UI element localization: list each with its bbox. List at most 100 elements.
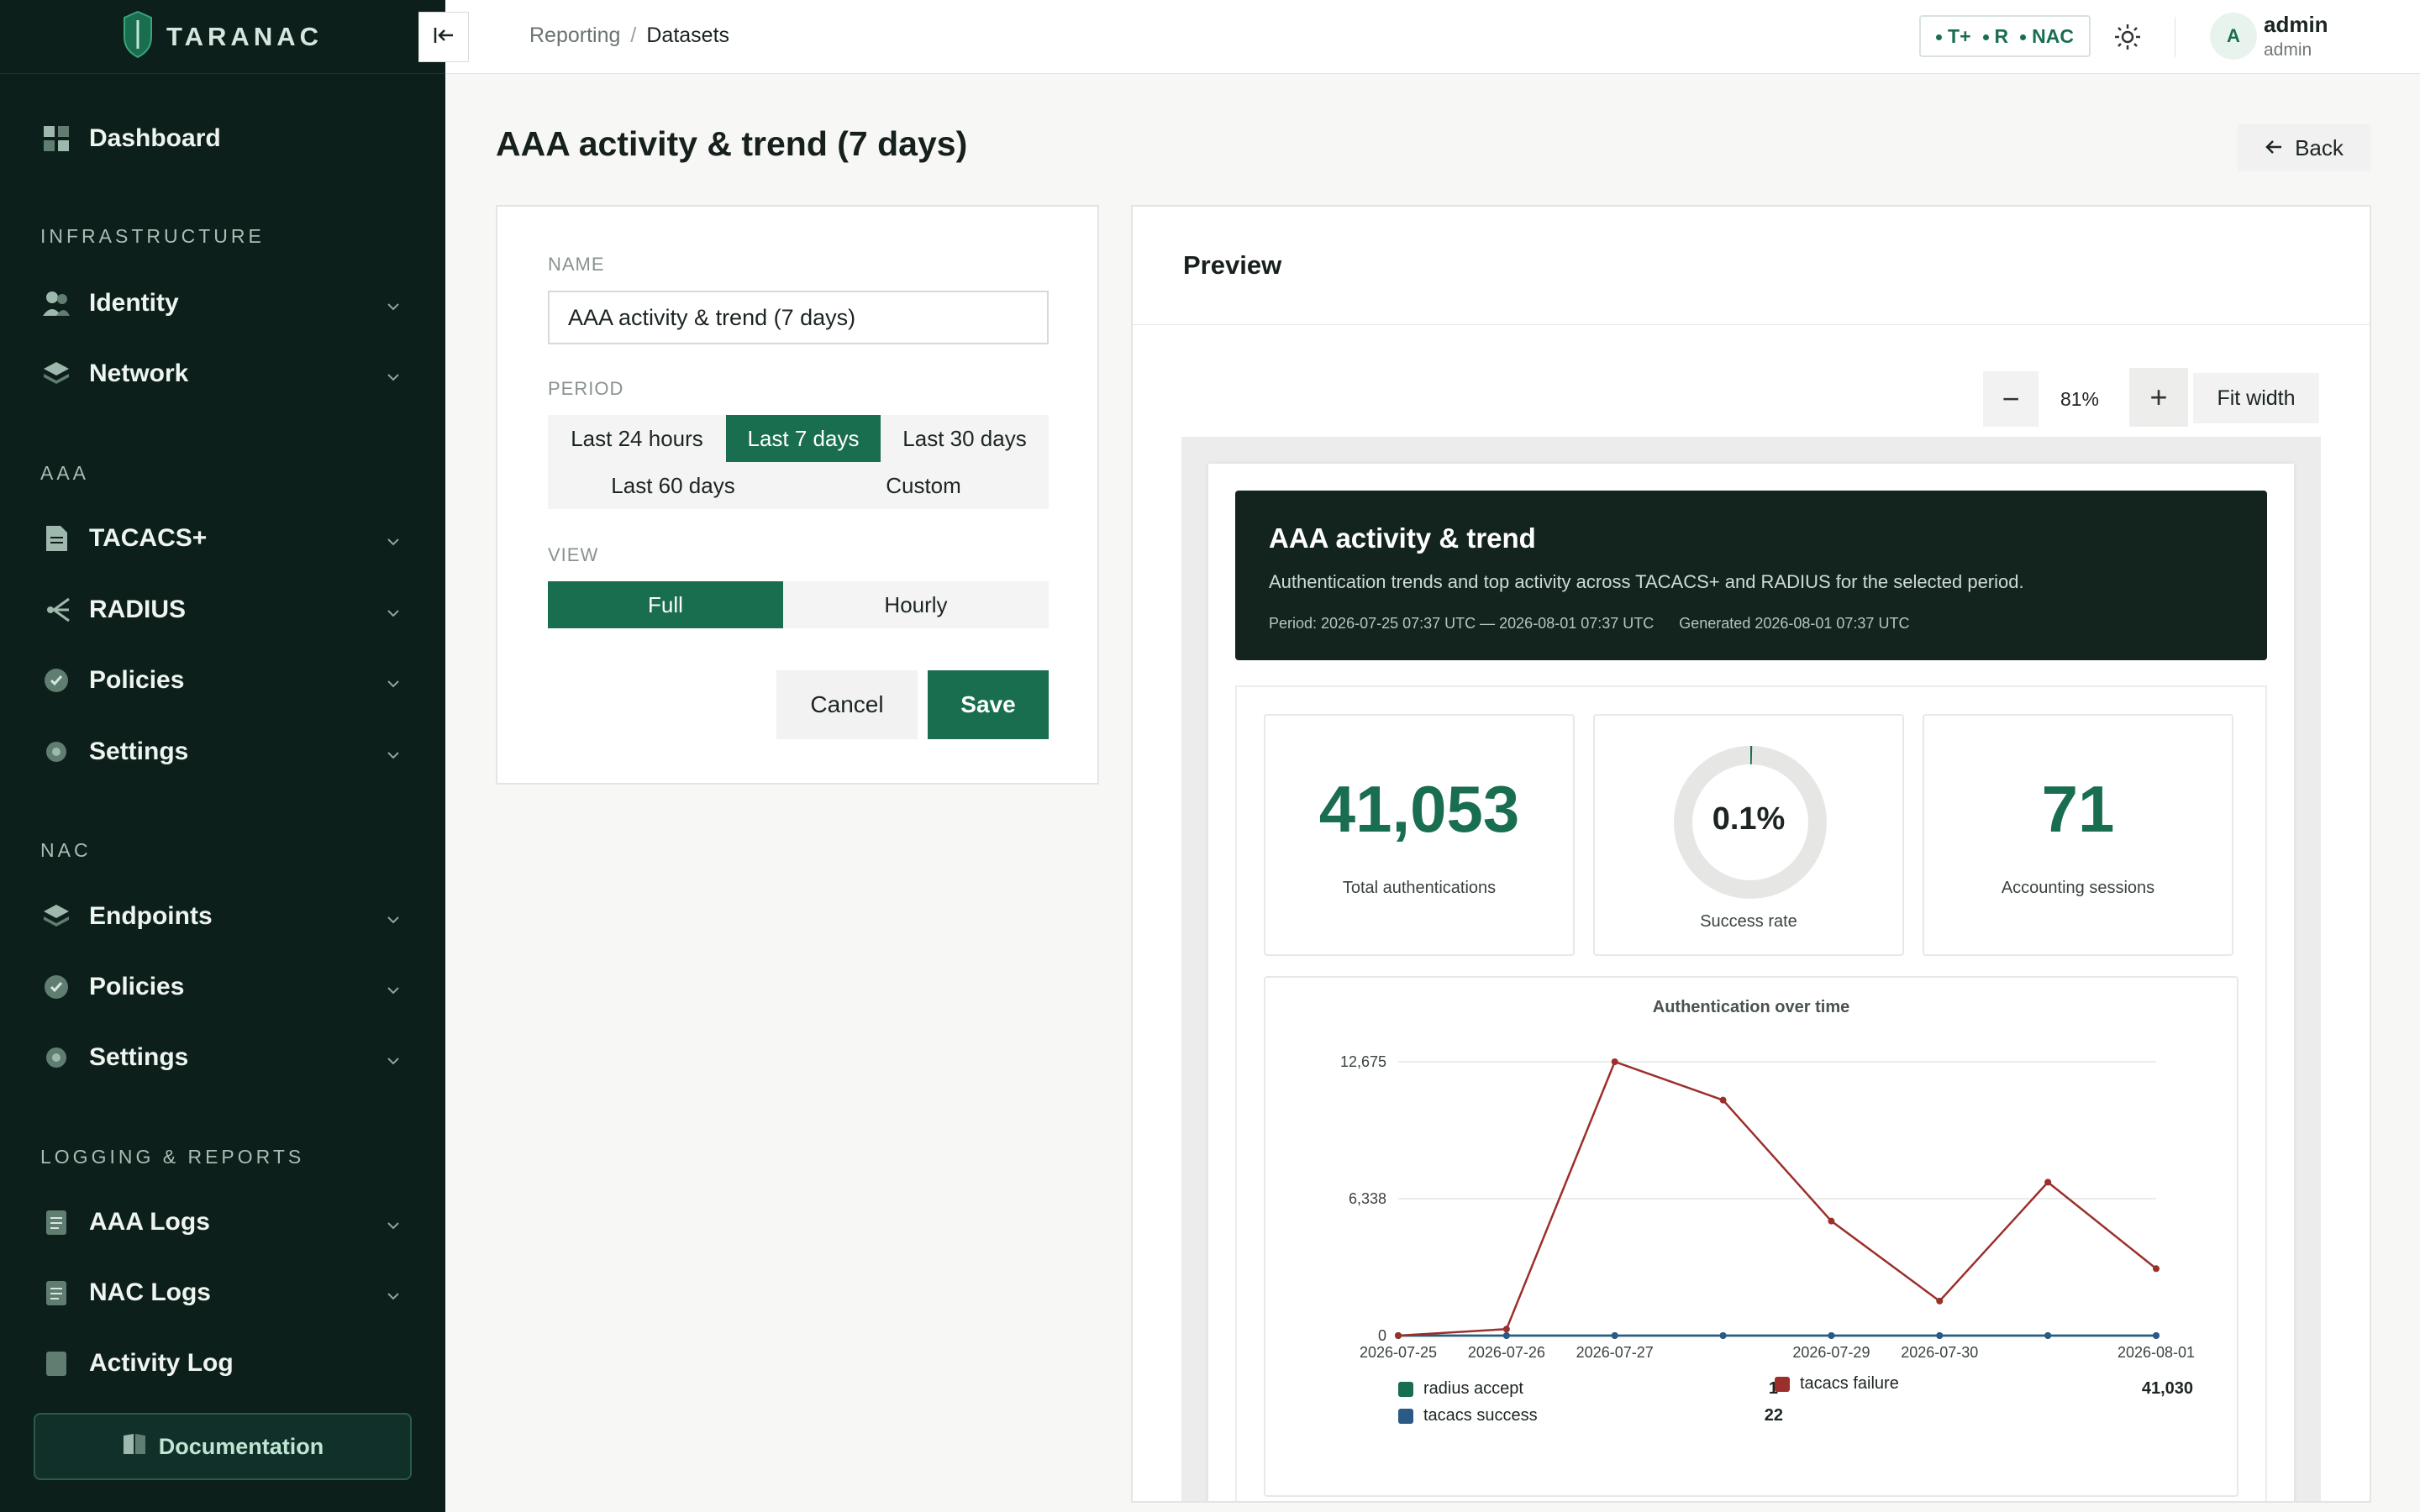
data-point (1936, 1297, 1944, 1305)
data-point (1828, 1332, 1835, 1339)
report-meta: Period: 2026-07-25 07:37 UTC — 2026-08-0… (1269, 615, 1934, 633)
data-point (1936, 1332, 1944, 1339)
layers-icon (40, 900, 72, 932)
chevron-down-icon[interactable] (385, 670, 402, 699)
view-option-full[interactable]: Full (548, 581, 783, 628)
chevron-down-icon[interactable] (385, 742, 402, 770)
section-logging: LOGGING & REPORTS (40, 1146, 305, 1168)
gear-icon (40, 1042, 72, 1074)
period-option-7d[interactable]: Last 7 days (726, 415, 881, 462)
sidebar-item-label: NAC Logs (89, 1278, 211, 1306)
sidebar-item-aaa-policies[interactable]: Policies (40, 655, 412, 706)
section-infrastructure: INFRASTRUCTURE (40, 225, 265, 247)
cancel-button[interactable]: Cancel (776, 670, 918, 739)
sidebar-item-network[interactable]: Network (40, 349, 412, 399)
chevron-down-icon[interactable] (385, 1047, 402, 1076)
fit-width-button[interactable]: Fit width (2193, 373, 2319, 423)
report-page: AAA activity & trend Authentication tren… (1208, 464, 2294, 1501)
back-button[interactable]: Back (2237, 124, 2371, 171)
preview-canvas[interactable]: AAA activity & trend Authentication tren… (1181, 437, 2321, 1501)
zoom-in-button[interactable]: + (2129, 368, 2188, 427)
documentation-button[interactable]: Documentation (34, 1413, 412, 1480)
protocol-nac: NAC (2020, 25, 2074, 48)
kpi-success-rate: 0.1% Success rate (1593, 714, 1904, 956)
save-button[interactable]: Save (928, 670, 1049, 739)
sidebar-item-label: AAA Logs (89, 1208, 210, 1236)
legend-tacacs-failure: tacacs failure (1775, 1374, 1899, 1394)
topbar: Reporting / Datasets T+ R NAC A admin admi… (418, 0, 2420, 74)
kpi-label: Total authentications (1342, 879, 1497, 897)
x-tick-label: 2026-08-01 (2118, 1344, 2195, 1361)
x-tick-label: 2026-07-25 (1360, 1344, 1437, 1361)
x-tick-label: 2026-07-27 (1576, 1344, 1654, 1361)
user-name[interactable]: admin (2264, 12, 2328, 38)
sidebar-item-activity-log[interactable]: Activity Log (40, 1338, 412, 1389)
y-tick-label: 6,338 (1349, 1190, 1386, 1207)
sidebar-item-label: Policies (89, 973, 185, 1000)
sidebar-item-aaa-logs[interactable]: AAA Logs (40, 1197, 412, 1247)
name-input[interactable] (548, 291, 1049, 344)
protocol-label: NAC (2032, 24, 2074, 47)
check-badge-icon (40, 971, 72, 1003)
chevron-down-icon[interactable] (385, 977, 402, 1005)
sun-icon (2112, 24, 2143, 55)
sidebar-item-label: Activity Log (89, 1349, 234, 1377)
period-option-custom[interactable]: Custom (798, 462, 1049, 509)
protocol-tplus: T+ (1936, 25, 1971, 48)
kpi-value: 0.1% (1712, 801, 1786, 837)
brand[interactable]: TARANAC (0, 0, 445, 74)
period-option-60d[interactable]: Last 60 days (548, 462, 798, 509)
data-point (2044, 1332, 2052, 1339)
zoom-out-button[interactable]: − (1983, 371, 2039, 427)
sidebar-item-label: Network (89, 360, 189, 387)
chevron-down-icon[interactable] (385, 600, 402, 628)
period-selector: Last 24 hours Last 7 days Last 30 days L… (548, 415, 1049, 509)
view-label: VIEW (548, 544, 599, 565)
collapse-left-icon (433, 26, 455, 49)
collapse-sidebar-button[interactable] (418, 12, 469, 62)
data-point (1395, 1332, 1402, 1339)
radius-icon (40, 594, 72, 626)
view-option-hourly[interactable]: Hourly (783, 581, 1049, 628)
sidebar-item-nac-logs[interactable]: NAC Logs (40, 1268, 412, 1318)
log-icon (40, 1206, 72, 1238)
kpi-total-authentications: 41,053 Total authentications (1264, 714, 1575, 956)
data-point (1502, 1332, 1510, 1339)
sidebar-item-radius[interactable]: RADIUS (40, 585, 412, 635)
protocol-status-badge[interactable]: T+ R NAC (1919, 15, 2091, 57)
theme-toggle-button[interactable] (2112, 22, 2143, 56)
sidebar-item-nac-settings[interactable]: Settings (40, 1032, 412, 1083)
section-aaa: AAA (40, 462, 90, 484)
chevron-down-icon[interactable] (385, 364, 402, 392)
brand-name: TARANAC (166, 21, 323, 51)
breadcrumb-reporting[interactable]: Reporting (529, 24, 620, 47)
chevron-down-icon[interactable] (385, 528, 402, 557)
chevron-down-icon[interactable] (385, 1212, 402, 1241)
kpi-accounting-sessions: 71 Accounting sessions (1923, 714, 2233, 956)
data-point (2153, 1265, 2160, 1273)
chevron-down-icon[interactable] (385, 1283, 402, 1311)
kpi-value: 71 (2041, 772, 2115, 846)
sidebar-item-endpoints[interactable]: Endpoints (40, 891, 412, 942)
sidebar-item-label: Identity (89, 289, 179, 317)
sidebar-item-nac-policies[interactable]: Policies (40, 962, 412, 1012)
section-nac: NAC (40, 839, 92, 861)
period-option-30d[interactable]: Last 30 days (881, 415, 1049, 462)
sidebar-item-tacacs[interactable]: TACACS+ (40, 513, 412, 564)
chevron-down-icon[interactable] (385, 906, 402, 935)
sidebar-item-aaa-settings[interactable]: Settings (40, 727, 412, 777)
report-period: Period: 2026-07-25 07:37 UTC — 2026-08-0… (1269, 615, 1655, 632)
chevron-down-icon[interactable] (385, 293, 402, 322)
data-point (1502, 1326, 1510, 1333)
dataset-form: NAME PERIOD Last 24 hours Last 7 days La… (496, 205, 1099, 785)
report-title: AAA activity & trend (1269, 522, 1536, 554)
sidebar-item-dashboard[interactable]: Dashboard (40, 113, 412, 164)
sidebar-item-identity[interactable]: Identity (40, 278, 412, 328)
avatar[interactable]: A (2210, 13, 2257, 60)
breadcrumb-datasets: Datasets (646, 24, 730, 47)
sidebar-item-label: Settings (89, 738, 189, 765)
period-option-24h[interactable]: Last 24 hours (548, 415, 726, 462)
report-description: Authentication trends and top activity a… (1269, 571, 2024, 592)
report-generated: Generated 2026-08-01 07:37 UTC (1679, 615, 1910, 632)
data-point (1719, 1096, 1727, 1104)
